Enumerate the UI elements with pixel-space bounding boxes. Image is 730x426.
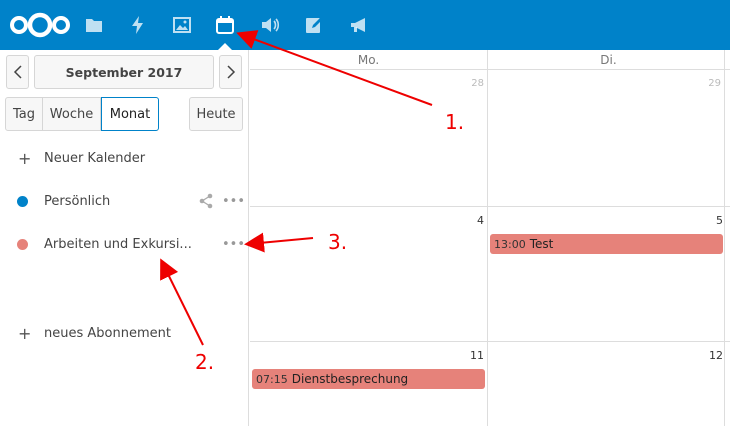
annotation-label-1: 1. xyxy=(445,110,465,134)
day-number[interactable]: 29 xyxy=(691,78,721,89)
weekday-header: Mo. xyxy=(250,50,487,70)
new-calendar-item[interactable]: + Neuer Kalender xyxy=(0,143,248,173)
top-app-bar xyxy=(0,0,730,50)
calendar-event[interactable]: 13:00 Test xyxy=(490,234,723,254)
event-title: Dienstbesprechung xyxy=(291,372,409,386)
announcements-icon[interactable] xyxy=(346,12,372,38)
notes-icon[interactable] xyxy=(301,12,327,38)
calendar-icon[interactable] xyxy=(212,12,238,38)
calendar-item-arbeiten[interactable]: Arbeiten und Exkursi... ••• xyxy=(0,229,248,259)
today-button[interactable]: Heute xyxy=(189,97,243,131)
new-calendar-label: Neuer Kalender xyxy=(44,150,146,166)
view-week-button[interactable]: Woche xyxy=(43,97,101,131)
event-time: 07:15 xyxy=(256,372,288,386)
weekday-header: Di. xyxy=(487,50,730,70)
active-app-indicator xyxy=(218,43,232,50)
column-divider xyxy=(724,50,725,426)
share-icon[interactable] xyxy=(198,193,214,209)
files-icon[interactable] xyxy=(81,12,107,38)
event-time: 13:00 xyxy=(494,237,526,251)
plus-icon: + xyxy=(18,323,32,343)
calendar-color-dot[interactable] xyxy=(17,238,28,250)
calendar-event[interactable]: 07:15 Dienstbesprechung xyxy=(252,369,485,389)
column-divider xyxy=(487,50,488,426)
more-options-icon[interactable]: ••• xyxy=(222,237,245,252)
current-month-button[interactable]: September 2017 xyxy=(34,55,214,89)
audio-icon[interactable] xyxy=(257,12,283,38)
view-month-button[interactable]: Monat xyxy=(101,97,159,131)
chevron-right-icon xyxy=(226,65,235,79)
gallery-icon[interactable] xyxy=(169,12,195,38)
month-grid: Mo. Di. 28 29 4 5 11 12 13:00 Test 07:15… xyxy=(250,50,730,426)
day-number[interactable]: 11 xyxy=(454,349,484,362)
calendar-item-personal[interactable]: Persönlich ••• xyxy=(0,186,248,216)
nextcloud-logo[interactable] xyxy=(8,10,72,40)
calendar-name: Persönlich xyxy=(44,193,111,209)
new-subscription-item[interactable]: + neues Abonnement xyxy=(0,318,248,348)
next-month-button[interactable] xyxy=(219,55,242,89)
plus-icon: + xyxy=(18,148,32,168)
annotation-label-2: 2. xyxy=(195,350,215,374)
view-switcher: Tag Woche Monat xyxy=(5,97,159,131)
day-number[interactable]: 12 xyxy=(693,349,723,362)
previous-month-button[interactable] xyxy=(6,55,29,89)
annotation-label-3: 3. xyxy=(328,230,348,254)
event-title: Test xyxy=(529,237,554,251)
calendar-name: Arbeiten und Exkursi... xyxy=(44,236,192,252)
day-number[interactable]: 28 xyxy=(454,78,484,89)
new-subscription-label: neues Abonnement xyxy=(44,325,171,341)
view-day-button[interactable]: Tag xyxy=(5,97,43,131)
more-options-icon[interactable]: ••• xyxy=(222,194,245,209)
week-divider xyxy=(250,206,730,207)
day-number[interactable]: 4 xyxy=(454,214,484,227)
calendar-color-dot[interactable] xyxy=(17,195,28,207)
chevron-left-icon xyxy=(13,65,22,79)
week-divider xyxy=(250,341,730,342)
day-number[interactable]: 5 xyxy=(693,214,723,227)
activity-icon[interactable] xyxy=(125,12,151,38)
